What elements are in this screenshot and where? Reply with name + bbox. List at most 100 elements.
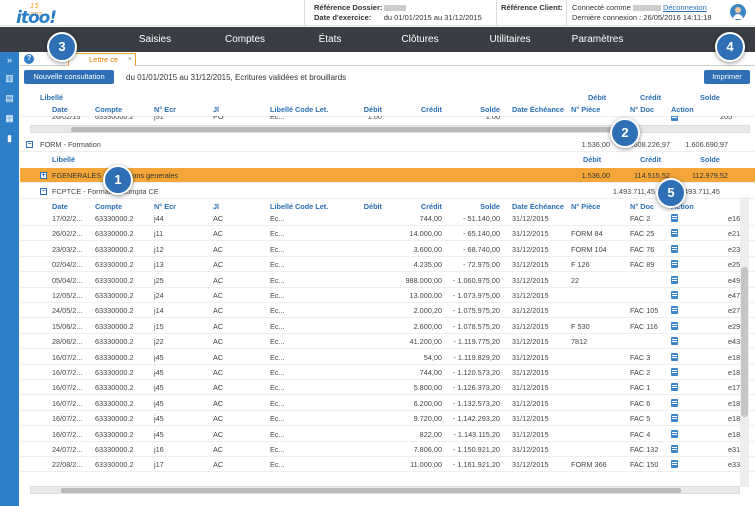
document-icon[interactable] bbox=[671, 260, 678, 269]
table-row[interactable]: 26/02/2... 63330000.2 j11 AC Ec... 14.000,00 -… bbox=[20, 226, 755, 242]
table-row[interactable]: 02/04/2... 63330000.2 j13 AC Ec... 4.235,00 - … bbox=[20, 257, 755, 273]
cell-doc: FAC 2 bbox=[630, 368, 651, 377]
callout-4: 4 bbox=[715, 32, 745, 62]
nav-utilitaires[interactable]: Utilitaires bbox=[475, 27, 545, 52]
help-icon[interactable]: ? bbox=[24, 54, 34, 64]
col-num-ecr[interactable]: N° Ecr bbox=[154, 102, 176, 117]
horizontal-scrollbar[interactable] bbox=[30, 486, 740, 494]
cell-ref: e31 bbox=[728, 445, 741, 454]
cell-ref: e43 bbox=[728, 337, 741, 347]
col-num-doc[interactable]: N° Doc bbox=[630, 102, 654, 117]
user-avatar-icon[interactable] bbox=[730, 4, 746, 20]
col-libelle[interactable]: Libellé bbox=[270, 102, 293, 117]
document-icon[interactable] bbox=[671, 244, 678, 253]
document-icon[interactable] bbox=[671, 321, 678, 330]
document-icon[interactable] bbox=[671, 337, 678, 346]
print-button[interactable]: Imprimer bbox=[704, 70, 750, 84]
divider bbox=[304, 0, 305, 26]
logout-link[interactable]: Déconnexion bbox=[663, 3, 707, 12]
document-icon[interactable] bbox=[671, 414, 678, 423]
table-row[interactable]: 15/06/2... 63330000.2 j15 AC Ec... 2.600,00 - … bbox=[20, 319, 755, 334]
nav-saisies[interactable]: Saisies bbox=[120, 27, 190, 52]
scroll-thumb[interactable] bbox=[741, 267, 748, 417]
cell-jl: AC bbox=[213, 229, 224, 239]
document-icon[interactable] bbox=[671, 214, 678, 222]
document-icon[interactable] bbox=[671, 460, 678, 469]
nav-comptes[interactable]: Comptes bbox=[210, 27, 280, 52]
cell-jl: AC bbox=[213, 383, 224, 393]
col-debit[interactable]: Débit bbox=[345, 102, 382, 117]
table-row[interactable]: 22/08/2... 63330000.2 j17 AC Ec... 11.000,00-… bbox=[20, 457, 755, 473]
close-icon[interactable]: × bbox=[128, 54, 132, 66]
table-row[interactable]: 16/07/2... 63330000.2 j45 AC Ec... 54,00 - 1.1… bbox=[20, 350, 755, 365]
new-consultation-button[interactable]: Nouvelle consultation bbox=[24, 70, 114, 84]
document-icon[interactable] bbox=[671, 116, 678, 121]
table-row[interactable]: 24/07/2... 63330000.2 j16 AC Ec... 7.806,00 - … bbox=[20, 442, 755, 457]
table-row[interactable]: 16/07/2... 63330000.2 j45 AC Ec... 9.720,00 - … bbox=[20, 411, 755, 427]
document-icon[interactable] bbox=[671, 429, 678, 438]
cell-echeance: 31/12/2015 bbox=[512, 321, 549, 331]
cell-date: 24/05/2... bbox=[52, 306, 83, 316]
col-libelle: Libellé bbox=[52, 155, 76, 164]
vertical-scrollbar[interactable] bbox=[740, 197, 749, 487]
nav-etats[interactable]: États bbox=[300, 27, 360, 52]
horizontal-scrollbar[interactable] bbox=[30, 125, 750, 133]
tab-lettre-ce[interactable]: Lettre ce × bbox=[68, 53, 136, 66]
chart-icon[interactable]: ▥ bbox=[3, 72, 16, 85]
cell-doc: FAC 4 bbox=[630, 429, 651, 439]
collapse-icon[interactable]: − bbox=[26, 141, 33, 148]
group-row-form[interactable]: − FORM - Formation 1.536,00 1.608.226,97… bbox=[20, 137, 755, 152]
document-icon[interactable] bbox=[671, 291, 678, 299]
col-credit[interactable]: Crédit bbox=[405, 102, 442, 117]
col-solde[interactable]: Solde bbox=[460, 102, 500, 117]
group-debit: 1.536,00 bbox=[581, 171, 610, 180]
table-row[interactable]: 28/06/2... 63330000.2 j22 AC Ec... 41.200,00 -… bbox=[20, 334, 755, 350]
document-icon[interactable] bbox=[671, 229, 678, 238]
cell-compte: 63330000.2 bbox=[95, 337, 134, 347]
table-row[interactable]: 12/05/2... 63330000.2 j24 AC Ec... 13.000,00 -… bbox=[20, 288, 755, 303]
col-code-let[interactable]: Code Let. bbox=[295, 102, 328, 117]
cell-date: 28/06/2... bbox=[52, 337, 83, 347]
cell-libelle: Ec... bbox=[270, 244, 285, 254]
col-num-piece[interactable]: N° Pièce bbox=[571, 102, 600, 117]
nav-clotures[interactable]: Clôtures bbox=[385, 27, 455, 52]
table-row[interactable]: 16/07/2... 63330000.2 j45 AC Ec... 744,00 - 1.… bbox=[20, 365, 755, 380]
table-row[interactable]: 23/03/2... 63330000.2 j12 AC Ec... 3.600,00 - … bbox=[20, 242, 755, 257]
nav-parametres[interactable]: Paramètres bbox=[560, 27, 635, 52]
collapse-icon[interactable]: − bbox=[40, 188, 47, 195]
document-icon[interactable] bbox=[671, 306, 678, 315]
cell-echeance: 31/12/2015 bbox=[512, 214, 549, 223]
table-row[interactable]: 16/07/2... 63330000.2 j45 AC Ec... 5.800,00 - … bbox=[20, 380, 755, 396]
group-label: FORM - Formation bbox=[40, 140, 101, 149]
table-row[interactable]: 05/04/2... 63330000.2 j25 AC Ec... 988.000,00… bbox=[20, 273, 755, 288]
table-row[interactable]: 16/07/2... 63330000.2 j45 AC Ec... 822,00 - 1.… bbox=[20, 427, 755, 442]
cell-ref: e23 bbox=[728, 244, 741, 254]
printer-icon[interactable]: ▤ bbox=[3, 92, 16, 105]
cell-doc: FAC 132 bbox=[630, 445, 659, 454]
col-date-echeance[interactable]: Date Échéance bbox=[512, 102, 564, 117]
document-icon[interactable] bbox=[671, 383, 678, 392]
cell-credit: 822,00 bbox=[419, 429, 442, 439]
cell-solde: - 51.140,00 bbox=[463, 214, 500, 223]
list-icon[interactable]: ▦ bbox=[3, 112, 16, 125]
table-row[interactable]: 16/07/2... 63330000.2 j45 AC Ec... 6.200,00 - … bbox=[20, 396, 755, 411]
cell-ecr: j45 bbox=[154, 414, 164, 424]
book-icon[interactable]: ▮ bbox=[3, 132, 16, 145]
col-jl[interactable]: Jl bbox=[213, 102, 219, 117]
document-icon[interactable] bbox=[671, 368, 678, 376]
table-row[interactable]: 26/02/15 63330000.2 j51 PO Ec... 1.00 1.… bbox=[20, 116, 755, 125]
col-action[interactable]: Action bbox=[671, 102, 694, 117]
document-icon[interactable] bbox=[671, 275, 678, 284]
table-row[interactable]: 17/02/2... 63330000.2 j44 AC Ec... 744,00 - 51… bbox=[20, 211, 755, 226]
table-row[interactable]: 24/05/2... 63330000.2 j14 AC Ec... 2.000,20 - … bbox=[20, 303, 755, 319]
document-icon[interactable] bbox=[671, 445, 678, 453]
col-date[interactable]: Date bbox=[52, 102, 68, 117]
scroll-thumb[interactable] bbox=[71, 127, 631, 132]
document-icon[interactable] bbox=[671, 398, 678, 407]
scroll-thumb[interactable] bbox=[61, 488, 681, 493]
expand-icon[interactable]: + bbox=[40, 172, 47, 179]
col-compte[interactable]: Compte bbox=[95, 102, 122, 117]
expand-sidebar-icon[interactable]: » bbox=[3, 54, 16, 67]
cell-date: 22/08/2... bbox=[52, 460, 83, 470]
document-icon[interactable] bbox=[671, 352, 678, 361]
